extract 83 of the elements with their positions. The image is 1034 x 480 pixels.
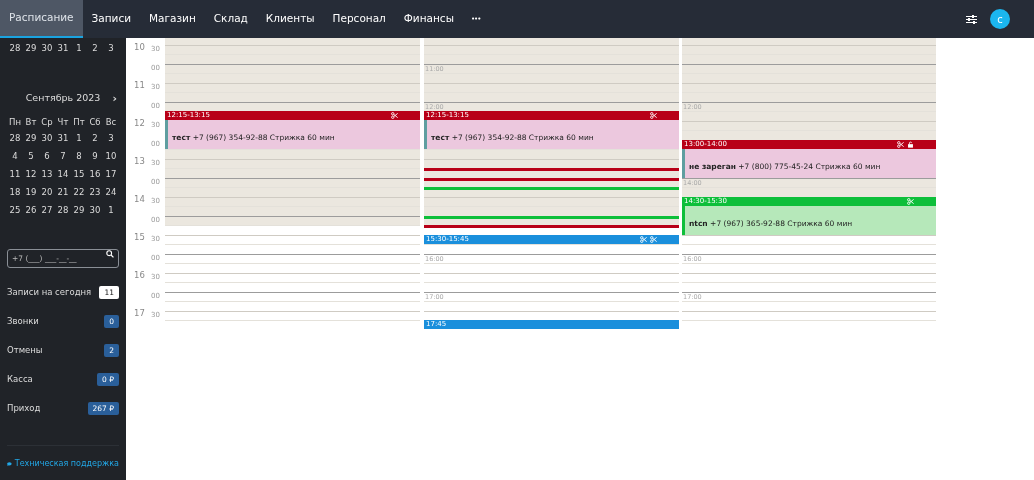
- calendar-day[interactable]: 13: [39, 167, 55, 181]
- scissors-icon: [650, 235, 657, 243]
- calendar-day[interactable]: 29: [23, 41, 39, 55]
- calendar-day[interactable]: 4: [7, 149, 23, 163]
- calendar-day[interactable]: 21: [55, 185, 71, 199]
- nav-tab[interactable]: Клиенты: [256, 0, 324, 38]
- calendar-day[interactable]: 31: [55, 41, 71, 55]
- weekday-label: Вт: [24, 115, 38, 129]
- calendar-day[interactable]: 30: [87, 203, 103, 217]
- stat-label: Записи на сегодня: [7, 286, 92, 299]
- calendar-day[interactable]: 3: [103, 41, 119, 55]
- calendar-day[interactable]: 25: [7, 203, 23, 217]
- calendar-day[interactable]: 30: [39, 131, 55, 145]
- hour-label: 13: [134, 156, 145, 165]
- calendar-day[interactable]: 14: [55, 167, 71, 181]
- month-title: Сентябрь 2023: [25, 90, 101, 105]
- calendar-day[interactable]: 24: [103, 185, 119, 199]
- calendar-day[interactable]: 29: [23, 131, 39, 145]
- calendar-day[interactable]: 15: [71, 167, 87, 181]
- settings-sliders-icon[interactable]: [966, 14, 977, 24]
- stat-label: Касса: [7, 373, 33, 386]
- calendar-day[interactable]: 27: [39, 203, 55, 217]
- collapsed-appointment-bar[interactable]: [424, 177, 679, 181]
- calendar-day[interactable]: 10: [103, 149, 119, 163]
- calendar-day[interactable]: 2: [87, 131, 103, 145]
- chat-bubble-icon: [7, 460, 12, 468]
- nav-tab[interactable]: Магазин: [140, 0, 205, 38]
- calendar-day[interactable]: 11: [7, 167, 23, 181]
- weekday-label: Ср: [40, 115, 54, 129]
- calendar-day[interactable]: 1: [103, 203, 119, 217]
- calendar-day[interactable]: 23: [87, 185, 103, 199]
- search-icon: [106, 249, 114, 258]
- calendar-day[interactable]: 28: [7, 41, 23, 55]
- calendar-day[interactable]: 1: [71, 131, 87, 145]
- calendar-day[interactable]: 16: [87, 167, 103, 181]
- hour-label: 16: [134, 270, 145, 279]
- support-link[interactable]: Техническая поддержка: [7, 458, 119, 470]
- scissors-icon: [640, 235, 647, 243]
- calendar-day[interactable]: 8: [71, 149, 87, 163]
- scissors-icon: [897, 140, 904, 148]
- calendar-day[interactable]: 9: [87, 149, 103, 163]
- weekday-label: Вс: [104, 115, 118, 129]
- hour-label: 10: [134, 42, 145, 51]
- stat-label: Звонки: [7, 315, 39, 328]
- nav-tab[interactable]: Персонал: [323, 0, 395, 38]
- calendar-day[interactable]: 28: [55, 203, 71, 217]
- scissors-icon: [907, 197, 914, 205]
- calendar-day[interactable]: 1: [71, 41, 87, 55]
- stat-label: Приход: [7, 402, 41, 415]
- calendar-day[interactable]: 7: [55, 149, 71, 163]
- calendar-day[interactable]: 31: [55, 131, 71, 145]
- lock-icon: [907, 140, 914, 148]
- calendar-day[interactable]: 6: [39, 149, 55, 163]
- nav-tab[interactable]: Записи: [82, 0, 141, 38]
- calendar-day[interactable]: 3: [103, 131, 119, 145]
- calendar-day[interactable]: 22: [71, 185, 87, 199]
- nav-tab[interactable]: Склад: [204, 0, 257, 38]
- hour-label: 12: [134, 118, 145, 127]
- next-month-button[interactable]: ›: [112, 92, 117, 104]
- stat-label: Отмены: [7, 344, 43, 357]
- hour-label: 11: [134, 80, 145, 89]
- weekday-label: Чт: [56, 115, 70, 129]
- hour-label: 15: [134, 232, 145, 241]
- scissors-icon: [391, 112, 398, 119]
- hour-label: 17: [134, 308, 145, 317]
- calendar-day[interactable]: 30: [39, 41, 55, 55]
- calendar-day[interactable]: 17: [103, 167, 119, 181]
- weekday-label: Пт: [72, 115, 86, 129]
- calendar-day[interactable]: 19: [23, 185, 39, 199]
- nav-tab[interactable]: Финансы: [394, 0, 463, 38]
- scissors-icon: [650, 112, 657, 119]
- calendar-day[interactable]: 26: [23, 203, 39, 217]
- calendar-day[interactable]: 29: [71, 203, 87, 217]
- nav-tab[interactable]: Расписание: [0, 0, 83, 38]
- weekday-label: Пн: [8, 115, 22, 129]
- calendar-day[interactable]: 2: [87, 41, 103, 55]
- hour-label: 14: [134, 194, 145, 203]
- calendar-day[interactable]: 12: [23, 167, 39, 181]
- calendar-day[interactable]: 5: [23, 149, 39, 163]
- calendar-day[interactable]: 18: [7, 185, 23, 199]
- calendar-day[interactable]: 20: [39, 185, 55, 199]
- calendar-day[interactable]: 28: [7, 131, 23, 145]
- weekday-label: Сб: [88, 115, 102, 129]
